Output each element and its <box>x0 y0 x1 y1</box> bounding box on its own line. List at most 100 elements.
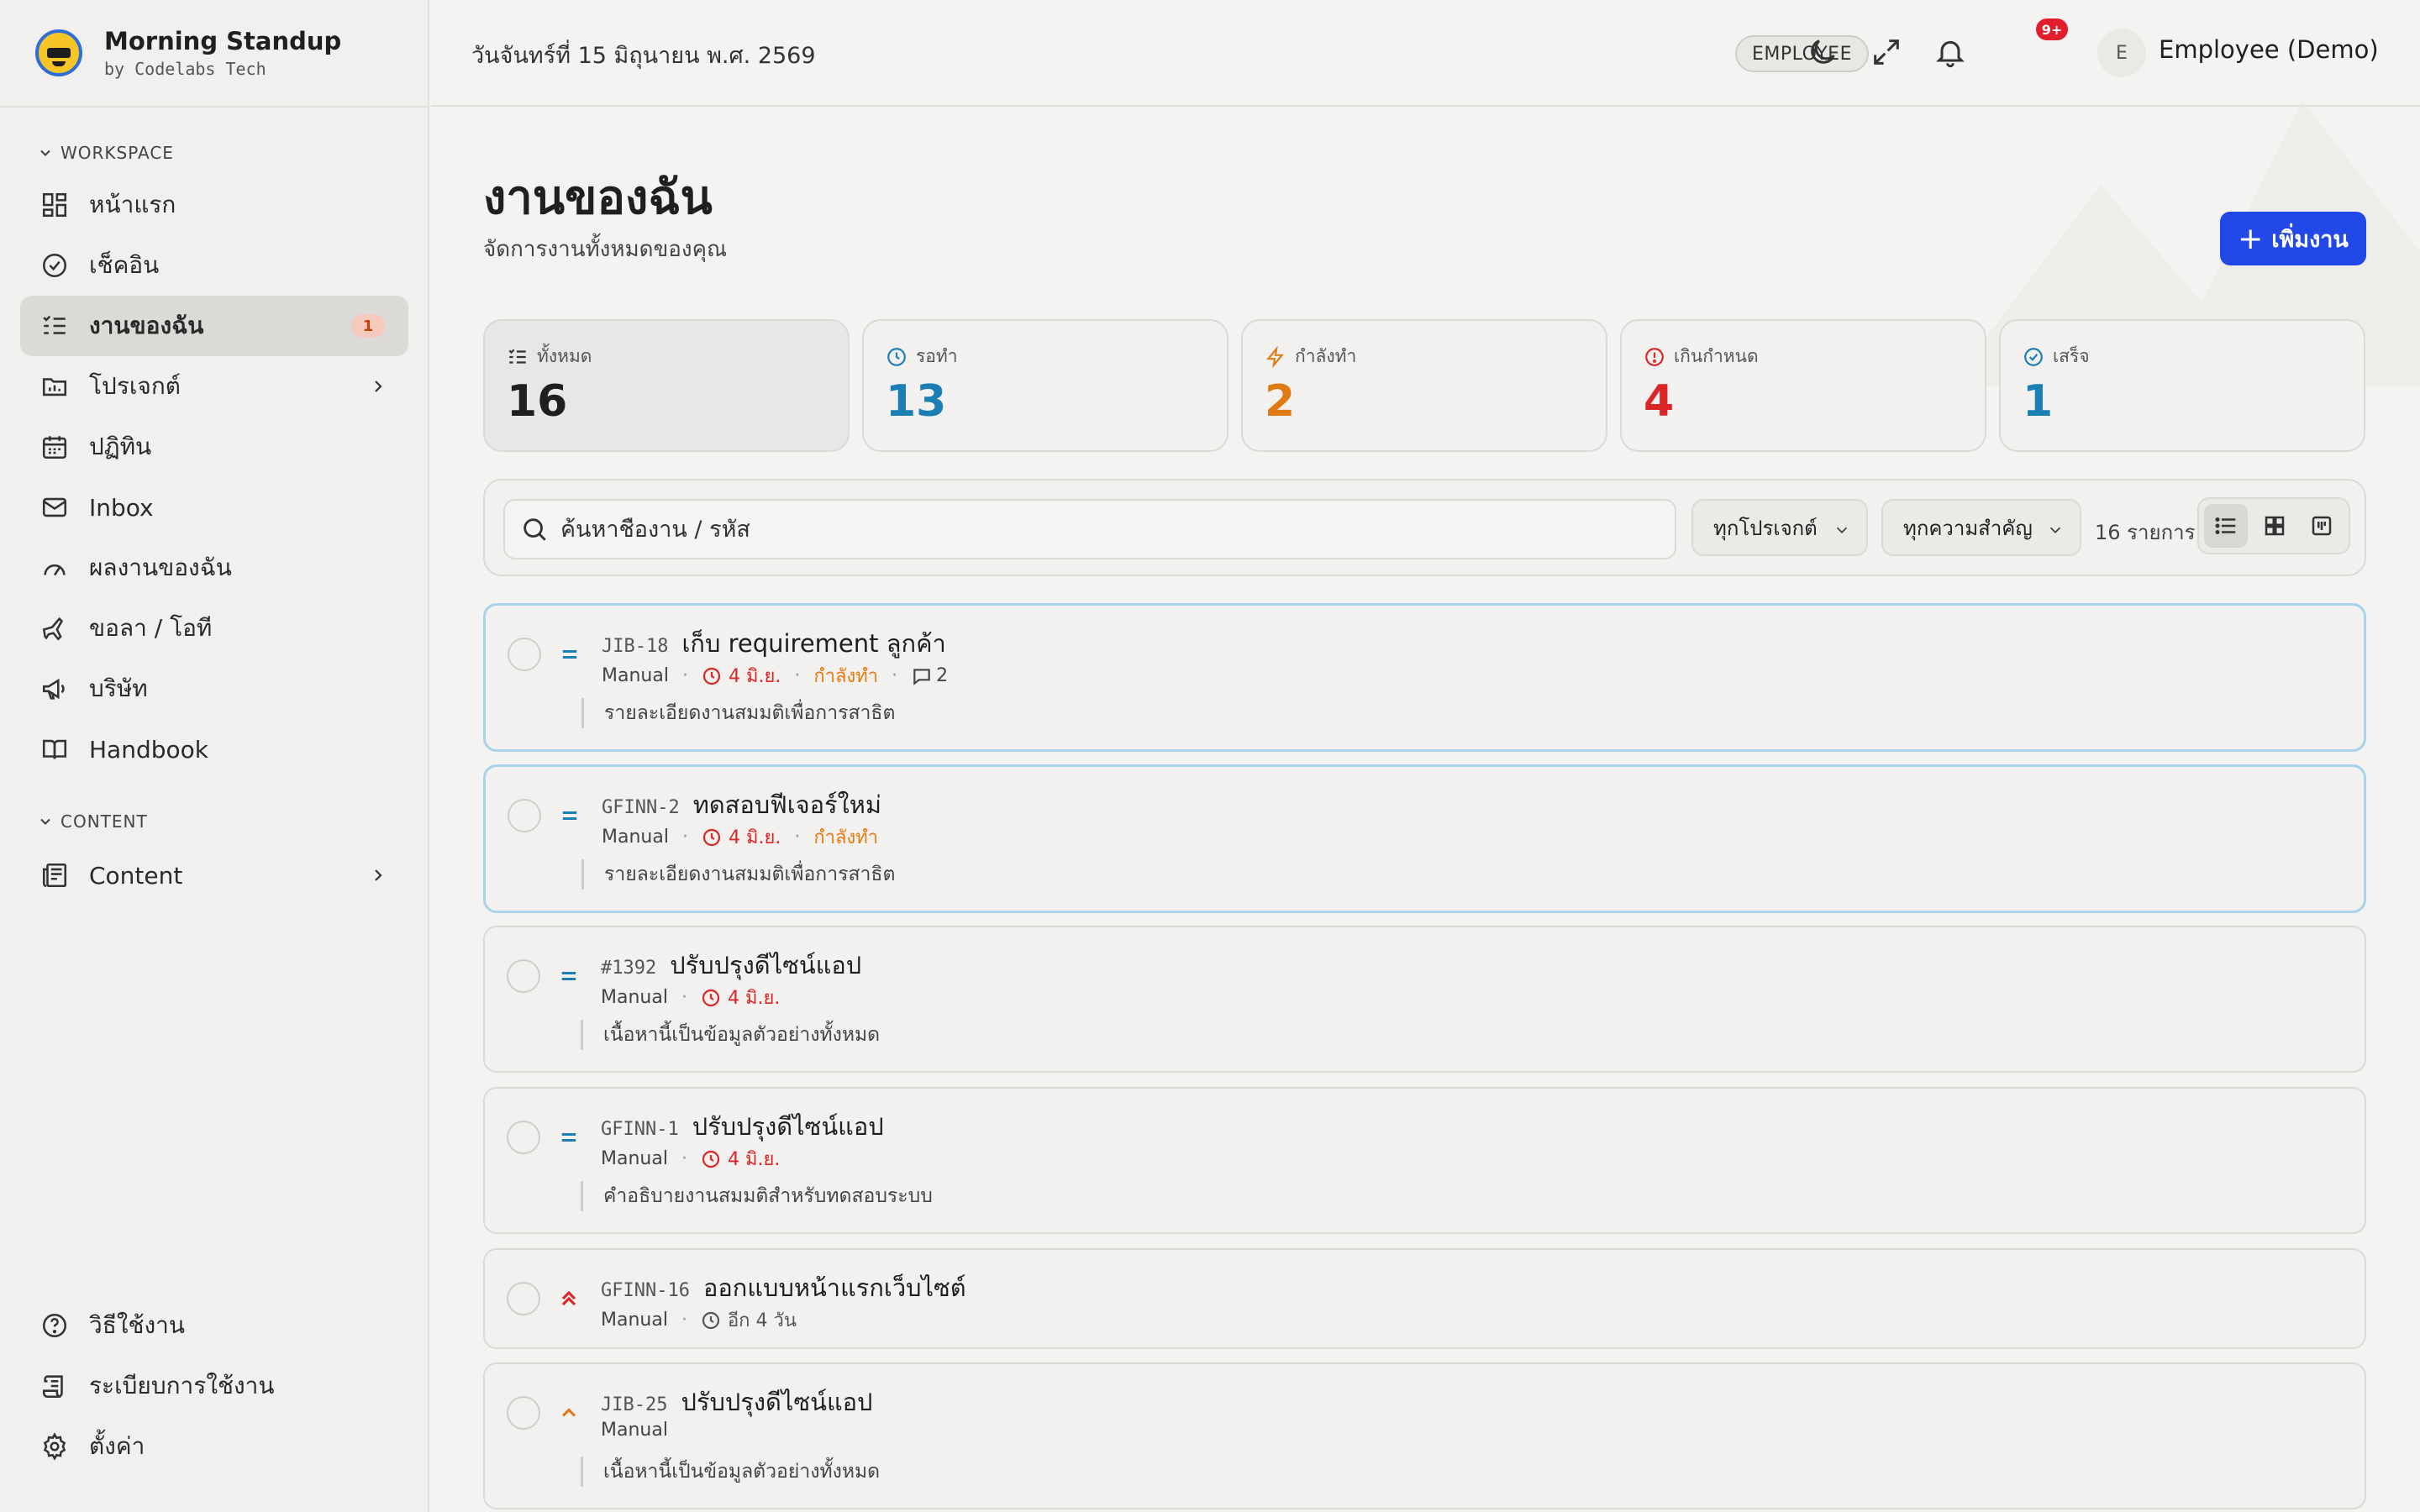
task-code: JIB-25 <box>601 1394 668 1415</box>
sidebar-item-settings[interactable]: ตั้งค่า <box>20 1416 408 1477</box>
separator: · <box>681 665 688 686</box>
sidebar-item-label: Handbook <box>89 735 208 764</box>
stat-card-todo[interactable]: รอทำ 13 <box>862 319 1228 452</box>
task-card[interactable]: GFINN-16 ออกแบบหน้าแรกเว็บไซต์ Manual · … <box>483 1248 2366 1349</box>
sidebar-item-label: ผลงานของฉัน <box>89 554 232 581</box>
task-title: ออกแบบหน้าแรกเว็บไซต์ <box>702 1273 966 1302</box>
sidebar-item-content[interactable]: Content <box>20 845 408 906</box>
sidebar-item-checkin[interactable]: เช็คอิน <box>20 235 408 296</box>
sidebar-item-label: เช็คอิน <box>89 251 160 279</box>
list-view-icon <box>2215 517 2236 534</box>
alert-icon <box>1645 347 1664 366</box>
sidebar-item-inbox[interactable]: Inbox <box>20 477 408 538</box>
sidebar-item-label: โปรเจกต์ <box>89 372 181 400</box>
priority-filter-value: ทุกความสำคัญ <box>1903 516 2033 540</box>
sidebar-item-company[interactable]: บริษัท <box>20 659 408 719</box>
priority-high-icon <box>561 1408 576 1417</box>
stat-card-done[interactable]: เสร็จ 1 <box>1999 319 2365 452</box>
task-checkbox[interactable] <box>507 1396 540 1430</box>
moon-icon[interactable] <box>1806 35 1839 69</box>
section-workspace-toggle[interactable]: WORKSPACE <box>37 143 174 163</box>
stat-card-all[interactable]: ทั้งหมด 16 <box>483 319 850 452</box>
sidebar-item-label: ระเบียบการใช้งาน <box>89 1372 275 1399</box>
scroll-icon <box>42 1375 63 1399</box>
separator: · <box>681 1310 687 1331</box>
sidebar-item-projects[interactable]: โปรเจกต์ <box>20 356 408 417</box>
gear-icon <box>43 1432 66 1461</box>
mail-icon <box>42 497 67 517</box>
stat-card-in-progress[interactable]: กำลังทำ 2 <box>1241 319 1607 452</box>
task-checkbox[interactable] <box>507 1121 540 1154</box>
sidebar-item-label: งานของฉัน <box>89 312 204 339</box>
sidebar-item-help[interactable]: วิธีใช้งาน <box>20 1295 408 1356</box>
priority-filter-dropdown[interactable]: ทุกความสำคัญ <box>1881 499 2081 556</box>
task-card[interactable]: GFINN-1 ปรับปรุงดีไซน์แอป Manual · 4 มิ.… <box>483 1087 2366 1234</box>
chevron-down-icon <box>1836 527 1848 534</box>
newspaper-icon <box>42 863 67 888</box>
sidebar-item-rules[interactable]: ระเบียบการใช้งาน <box>20 1356 408 1416</box>
stat-value: 16 <box>507 376 568 427</box>
sidebar-item-performance[interactable]: ผลงานของฉัน <box>20 538 408 598</box>
task-card[interactable]: JIB-18 เก็บ requirement ลูกค้า Manual · … <box>483 603 2366 752</box>
sidebar-item-label: บริษัท <box>89 675 148 702</box>
add-task-button[interactable]: + เพิ่มงาน <box>2220 212 2366 265</box>
calendar-icon <box>42 436 67 459</box>
sidebar-item-label: ตั้งค่า <box>89 1432 145 1460</box>
kanban-view-button[interactable] <box>2300 504 2344 548</box>
task-due-label: 4 มิ.ย. <box>728 666 781 687</box>
sidebar-item-handbook[interactable]: Handbook <box>20 719 408 780</box>
task-list-icon <box>43 315 66 334</box>
task-card[interactable]: #1392 ปรับปรุงดีไซน์แอป Manual · 4 มิ.ย.… <box>483 926 2366 1073</box>
section-workspace-label: WORKSPACE <box>60 143 174 163</box>
priority-medium-icon <box>561 1132 576 1142</box>
check-circle-icon <box>42 253 67 278</box>
separator: · <box>681 1148 687 1169</box>
task-card[interactable]: GFINN-2 ทดสอบฟีเจอร์ใหม่ Manual · 4 มิ.ย… <box>483 764 2366 913</box>
plus-icon: + <box>2238 221 2264 256</box>
task-checkbox[interactable] <box>508 799 541 832</box>
list-view-button[interactable] <box>2204 504 2248 548</box>
sidebar-item-label: Content <box>89 861 183 890</box>
stat-card-overdue[interactable]: เกินกำหนด 4 <box>1620 319 1986 452</box>
task-card[interactable]: JIB-25 ปรับปรุงดีไซน์แอป Manual เนื้อหาน… <box>483 1362 2366 1509</box>
section-content-toggle[interactable]: CONTENT <box>37 811 148 832</box>
clock-icon <box>702 667 721 685</box>
fullscreen-icon[interactable] <box>1870 35 1903 69</box>
task-checkbox[interactable] <box>508 638 541 671</box>
sidebar-item-calendar[interactable]: ปฏิทิน <box>20 417 408 477</box>
sidebar-item-my-tasks[interactable]: งานของฉัน 1 <box>20 296 408 356</box>
dashboard-icon <box>42 192 67 218</box>
sidebar-item-label: ปฏิทิน <box>89 433 152 460</box>
task-checkbox[interactable] <box>507 1282 540 1315</box>
task-source: Manual <box>601 1148 668 1169</box>
sidebar-item-label: ขอลา / โอที <box>89 614 213 642</box>
bolt-icon <box>1266 345 1284 368</box>
sidebar-item-label: หน้าแรก <box>89 191 176 218</box>
clock-icon <box>702 828 721 846</box>
task-description: รายละเอียดงานสมมติเพื่อการสาธิต <box>581 698 895 728</box>
folder-chart-icon <box>42 378 67 396</box>
project-filter-dropdown[interactable]: ทุกโปรเจกต์ <box>1691 499 1868 556</box>
sidebar-item-leave-ot[interactable]: ขอลา / โอที <box>20 598 408 659</box>
brand-name: Morning Standup <box>104 27 342 55</box>
clock-icon <box>702 989 720 1006</box>
search-input[interactable] <box>560 516 1653 543</box>
priority-medium-icon <box>562 649 577 659</box>
check-circle-icon <box>2024 347 2043 366</box>
task-source: Manual <box>601 987 668 1008</box>
brand[interactable]: Morning Standup by Codelabs Tech <box>35 25 341 81</box>
sidebar-item-label: Inbox <box>89 493 154 522</box>
task-checkbox[interactable] <box>507 959 540 993</box>
grid-view-button[interactable] <box>2253 504 2296 548</box>
task-status: กำลังทำ <box>813 666 879 687</box>
search-box[interactable] <box>503 499 1676 559</box>
task-source: Manual <box>601 1310 668 1331</box>
sidebar-item-home[interactable]: หน้าแรก <box>20 175 408 235</box>
stat-value: 13 <box>886 376 947 427</box>
task-source: Manual <box>602 665 669 686</box>
gauge-icon <box>44 564 66 576</box>
notification-badge: 9+ <box>2036 18 2068 40</box>
task-code: GFINN-16 <box>601 1280 690 1301</box>
tasks-count-badge: 1 <box>351 314 385 338</box>
task-source: Manual <box>601 1420 668 1441</box>
